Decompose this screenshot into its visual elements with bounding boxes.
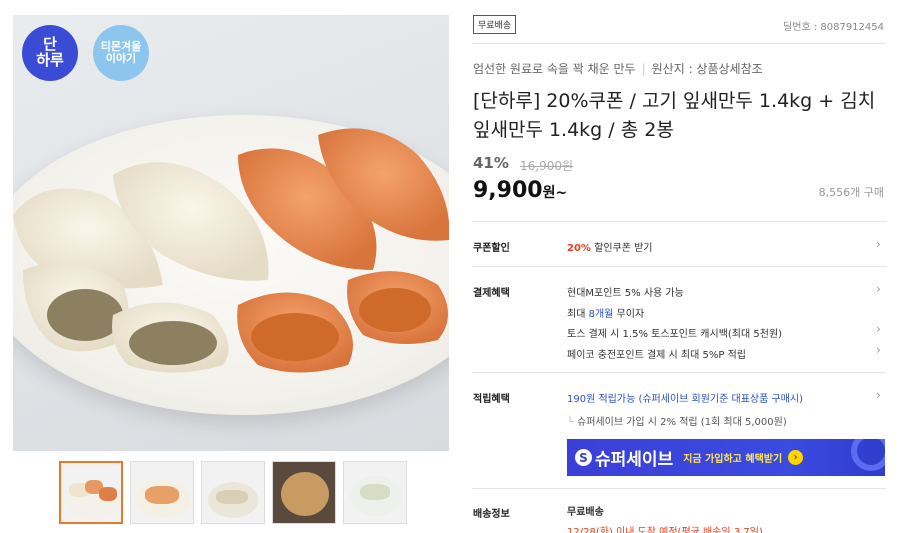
payment-line-installment: 최대 8개월 무이자 — [567, 305, 644, 320]
decorative-ring — [851, 439, 885, 471]
origin-info: 원산지 : 상품상세참조 — [651, 62, 763, 76]
divider — [472, 372, 886, 373]
original-price: 16,900원 — [520, 159, 574, 173]
chevron-right-icon[interactable]: › — [876, 237, 881, 251]
sub-item-marker-icon: └ — [567, 417, 574, 428]
thumbnail-1[interactable] — [59, 461, 123, 524]
shipping-label: 배송정보 — [473, 509, 510, 520]
brand-badge: 단 하루 — [22, 25, 78, 81]
thumbnail-4[interactable] — [272, 461, 336, 524]
chevron-right-icon[interactable]: › — [876, 322, 881, 336]
shipping-free: 무료배송 — [567, 507, 604, 518]
installment-months: 8개월 — [588, 309, 614, 320]
payment-line-toss[interactable]: 토스 결제 시 1.5% 토스포인트 캐시백(최대 5천원) — [567, 325, 782, 340]
chevron-right-icon[interactable]: › — [876, 282, 881, 296]
divider — [472, 221, 886, 222]
discount-rate: 41% — [473, 154, 509, 172]
divider — [472, 43, 886, 44]
super-save-cta: 지금 가입하고 혜택받기 — [683, 454, 783, 465]
divider — [472, 266, 886, 267]
product-subtitle: 엄선한 원료로 속을 꽉 채운 만두 — [473, 62, 636, 76]
deal-number: 딜번호 : 8087912454 — [783, 22, 884, 33]
chevron-right-icon[interactable]: › — [876, 343, 881, 357]
super-save-s-icon: S — [575, 449, 592, 466]
product-main-image[interactable]: 단 하루 티몬겨울 이야기 — [13, 15, 449, 451]
separator: | — [641, 62, 646, 76]
brand-badge-bottom-text: 하루 — [36, 51, 64, 69]
installment-suffix: 무이자 — [613, 309, 645, 320]
thumbnail-5[interactable] — [343, 461, 407, 524]
installment-prefix: 최대 — [567, 309, 589, 320]
sale-price-unit: 원~ — [542, 185, 568, 201]
reward-sub: └ 슈퍼세이브 가입 시 2% 적립 (1회 최대 5,000원) — [567, 413, 787, 428]
reward-sub-text: 슈퍼세이브 가입 시 2% 적립 (1회 최대 5,000원) — [577, 417, 787, 428]
winter-story-badge-text: 티몬겨울 이야기 — [100, 40, 142, 65]
arrow-right-icon: › — [788, 450, 804, 465]
sale-price-value: 9,900 — [473, 178, 543, 203]
payment-line-payco[interactable]: 페이코 충전포인트 결제 시 최대 5%P 적립 — [567, 346, 746, 361]
coupon-percent: 20% — [567, 243, 591, 254]
reward-main[interactable]: 190원 적립가능 (슈퍼세이브 회원기준 대표상품 구매시) — [567, 390, 803, 405]
divider — [472, 488, 886, 489]
thumbnail-3[interactable] — [201, 461, 265, 524]
coupon-label: 쿠폰할인 — [473, 243, 510, 254]
super-save-banner[interactable]: S 슈퍼세이브 지금 가입하고 혜택받기 › — [567, 439, 885, 476]
purchase-count: 8,556개 구매 — [818, 186, 884, 199]
sale-price: 9,900원~ — [473, 178, 567, 203]
super-save-logo-text: 슈퍼세이브 — [595, 450, 674, 470]
coupon-link[interactable]: 20% 할인쿠폰 받기 — [567, 239, 653, 254]
payment-line-hyundai[interactable]: 현대M포인트 5% 사용 가능 — [567, 284, 684, 299]
chevron-right-icon[interactable]: › — [876, 388, 881, 402]
shipping-eta: 12/28(화) 이내 도착 예정(평균 배송일 3.7일) — [567, 527, 763, 533]
product-title: [단하루] 20%쿠폰 / 고기 잎새만두 1.4kg + 김치 잎새만두 1.… — [473, 90, 876, 141]
product-subtitle-row: 엄선한 원료로 속을 꽉 채운 만두 | 원산지 : 상품상세참조 — [473, 60, 763, 77]
coupon-text: 할인쿠폰 받기 — [590, 243, 653, 254]
payment-benefit-label: 결제혜택 — [473, 288, 510, 299]
reward-label: 적립혜택 — [473, 394, 510, 405]
thumbnail-strip — [59, 461, 407, 524]
thumbnail-2[interactable] — [130, 461, 194, 524]
winter-story-badge: 티몬겨울 이야기 — [93, 25, 149, 81]
dumplings-illustration — [13, 128, 449, 373]
product-page: 단 하루 티몬겨울 이야기 무료배송 딜번호 : 8087912454 엄선한 … — [0, 0, 900, 533]
super-save-logo: S 슈퍼세이브 — [575, 445, 673, 470]
free-shipping-tag: 무료배송 — [473, 15, 517, 34]
